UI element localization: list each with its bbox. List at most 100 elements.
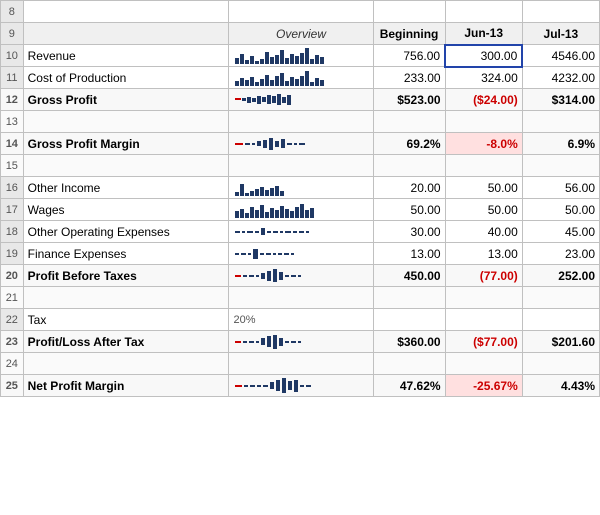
row-9: 9 Overview Beginning Jun-13 Jul-13 xyxy=(1,23,600,45)
spark-bar xyxy=(270,80,274,86)
cell-17-label: Wages xyxy=(23,199,229,221)
spark-bar xyxy=(272,96,276,103)
row-num-15: 15 xyxy=(1,155,24,177)
cell-14-spark xyxy=(229,133,373,155)
spark-dash xyxy=(263,385,268,387)
spark-dash xyxy=(298,341,301,343)
row-13: 13 xyxy=(1,111,600,133)
cell-13-jul xyxy=(522,111,599,133)
spark-bar xyxy=(240,78,244,86)
spark-bar xyxy=(257,96,261,104)
spark-dash xyxy=(299,231,304,233)
cell-18-jul: 45.00 xyxy=(522,221,599,243)
spark-bar xyxy=(279,338,283,346)
cell-15-label xyxy=(23,155,229,177)
spark-bar xyxy=(255,189,259,196)
row-16: 16 Other Income 20.00 50.00 56.00 xyxy=(1,177,600,199)
cell-11-label: Cost of Production xyxy=(23,67,229,89)
row-num-19: 19 xyxy=(1,243,24,265)
cell-8-spark xyxy=(229,1,373,23)
spark-bar xyxy=(305,210,309,218)
cell-25-begin: 47.62% xyxy=(373,375,445,397)
cell-22-jul xyxy=(522,309,599,331)
cell-13-spark xyxy=(229,111,373,133)
spark-bar xyxy=(287,95,291,105)
spark-dash xyxy=(284,253,289,255)
spark-bar xyxy=(320,57,324,64)
cell-20-jul: 252.00 xyxy=(522,265,599,287)
cell-23-spark xyxy=(229,331,373,353)
spark-bar xyxy=(290,211,294,218)
spark-dash xyxy=(252,143,255,145)
spark-dash-neg xyxy=(235,385,242,387)
row-18: 18 Other Operating Expenses 30.00 40.00 … xyxy=(1,221,600,243)
spark-dash xyxy=(267,231,271,233)
spark-bar xyxy=(255,210,259,218)
cell-25-jul: 4.43% xyxy=(522,375,599,397)
spark-bar xyxy=(275,186,279,196)
cell-10-label: Revenue xyxy=(23,45,229,67)
spark-bar xyxy=(245,80,249,86)
cell-22-tax: 20% xyxy=(229,309,373,331)
spark-bar xyxy=(315,55,319,64)
spark-bar xyxy=(300,204,304,218)
spark-bar xyxy=(265,190,269,196)
cell-15-begin xyxy=(373,155,445,177)
cell-11-begin: 233.00 xyxy=(373,67,445,89)
row-10: 10 Revenue xyxy=(1,45,600,67)
spark-bar xyxy=(250,207,254,218)
cell-19-spark xyxy=(229,243,373,265)
spark-bar xyxy=(280,191,284,196)
cell-20-begin: 450.00 xyxy=(373,265,445,287)
spark-dash xyxy=(247,231,253,233)
spark-bar xyxy=(260,79,264,86)
spark-bar xyxy=(280,206,284,218)
spark-bar xyxy=(267,95,271,104)
spark-dash xyxy=(285,275,289,277)
row-num-13: 13 xyxy=(1,111,24,133)
spark-bar xyxy=(240,184,244,196)
cell-13-jun xyxy=(445,111,522,133)
spark-bar xyxy=(290,54,294,64)
spark-bar xyxy=(267,336,271,347)
spark-dash xyxy=(291,253,294,255)
cell-10-jul: 4546.00 xyxy=(522,45,599,67)
spark-bar xyxy=(310,82,314,86)
cell-8-jul xyxy=(522,1,599,23)
cell-14-jul: 6.9% xyxy=(522,133,599,155)
spark-bar xyxy=(269,138,273,150)
spark-dash xyxy=(306,231,309,233)
cell-18-spark xyxy=(229,221,373,243)
cell-9-jul: Jul-13 xyxy=(522,23,599,45)
cell-20-jun: (77.00) xyxy=(445,265,522,287)
spark-bar xyxy=(235,81,239,86)
row-num-9: 9 xyxy=(1,23,24,45)
spark-dash xyxy=(248,253,251,255)
spark-dash xyxy=(241,253,246,255)
spark-bar xyxy=(282,378,286,393)
cell-16-spark xyxy=(229,177,373,199)
spark-bar xyxy=(261,338,265,345)
cell-23-begin: $360.00 xyxy=(373,331,445,353)
spark-bar xyxy=(260,59,264,64)
spark-bar xyxy=(240,54,244,64)
cell-18-label: Other Operating Expenses xyxy=(23,221,229,243)
row-num-12: 12 xyxy=(1,89,24,111)
row-num-20: 20 xyxy=(1,265,24,287)
spark-dash xyxy=(273,231,278,233)
cell-10-jun[interactable]: 300.00 xyxy=(445,45,522,67)
spark-bar xyxy=(281,139,285,148)
cell-11-jun: 324.00 xyxy=(445,67,522,89)
sparkline-wages xyxy=(233,202,368,218)
spark-bar xyxy=(270,57,274,64)
spark-dash xyxy=(294,143,297,145)
sparkline-ooe xyxy=(233,224,368,240)
sparkline-gpm xyxy=(233,136,368,152)
cell-21-jul xyxy=(522,287,599,309)
spark-dash xyxy=(243,275,247,277)
cell-16-label: Other Income xyxy=(23,177,229,199)
cell-14-label: Gross Profit Margin xyxy=(23,133,229,155)
spark-bar xyxy=(245,60,249,64)
spark-bar xyxy=(255,82,259,86)
cell-9-overview: Overview xyxy=(229,23,373,45)
